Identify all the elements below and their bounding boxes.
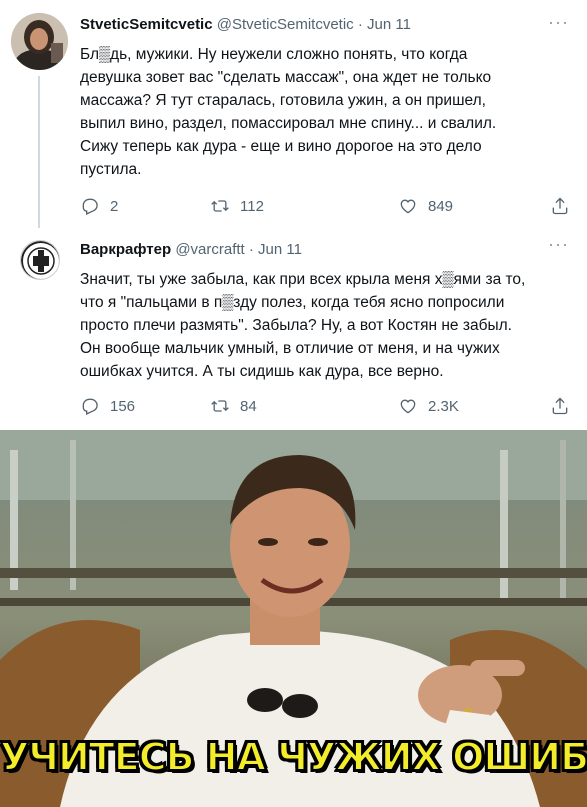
reply-count: 2 (110, 197, 119, 215)
share-button[interactable] (550, 196, 570, 216)
retweet-count: 84 (240, 397, 257, 415)
heart-icon (400, 199, 416, 214)
retweet-icon (211, 200, 229, 212)
share-button[interactable] (550, 396, 570, 416)
like-count: 2.3K (428, 397, 459, 415)
author-handle-date[interactable]: @varcraftt · Jun 11 (175, 241, 302, 258)
author-name[interactable]: StveticSemitcvetic (80, 16, 213, 33)
retweet-button[interactable]: 84 (210, 396, 257, 416)
reply-count: 156 (110, 397, 136, 415)
tweet-1[interactable]: StveticSemitcvetic @StveticSemitcvetic ·… (0, 0, 587, 228)
like-button[interactable]: 849 (398, 196, 453, 216)
like-button[interactable]: 2.3K (398, 396, 459, 416)
tweet-header: StveticSemitcvetic @StveticSemitcvetic ·… (80, 16, 411, 34)
reply-icon (82, 398, 98, 415)
meme-image: УЧИТЕСЬ НА ЧУЖИХ ОШИБКАХ (0, 430, 587, 807)
retweet-button[interactable]: 112 (210, 196, 264, 216)
more-icon[interactable]: ··· (548, 13, 569, 31)
like-count: 849 (428, 197, 454, 215)
more-icon[interactable]: ··· (548, 235, 569, 253)
tweet-text: Значит, ты уже забыла, как при всех крыл… (80, 271, 526, 380)
author-name[interactable]: Варкрафтер (80, 241, 171, 258)
reply-icon (82, 198, 98, 215)
retweet-count: 112 (240, 197, 264, 215)
avatar[interactable] (11, 13, 68, 70)
thread-line (38, 76, 40, 228)
tweet-header: Варкрафтер @varcraftt · Jun 11 (80, 241, 302, 259)
tweet-text: Бл▒дь, мужики. Ну неужели сложно понять,… (80, 46, 497, 178)
meme-caption: УЧИТЕСЬ НА ЧУЖИХ ОШИБКАХ (0, 734, 587, 780)
author-handle-date[interactable]: @StveticSemitcvetic · Jun 11 (217, 16, 411, 33)
heart-icon (400, 399, 416, 414)
retweet-icon (211, 400, 229, 412)
reply-button[interactable]: 2 (80, 196, 118, 216)
share-icon (552, 397, 568, 415)
tweet-actions: 2 112 849 (80, 196, 575, 216)
reply-button[interactable]: 156 (80, 396, 135, 416)
share-icon (552, 197, 568, 215)
tweet-actions: 156 84 2.3K (80, 396, 575, 416)
avatar[interactable] (20, 240, 60, 280)
